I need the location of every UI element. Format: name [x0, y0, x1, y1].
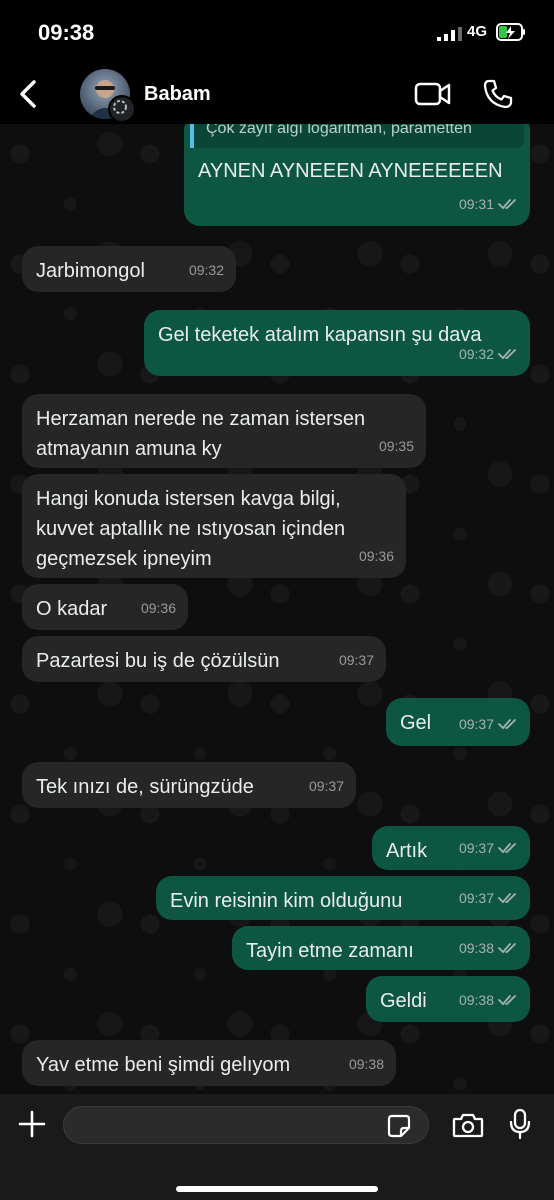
- quoted-reply[interactable]: Çok zayıf algı logaritman, parametten: [190, 124, 524, 148]
- read-ticks-icon: [498, 199, 516, 210]
- message-bubble-in[interactable]: O kadar 09:36: [22, 584, 188, 630]
- status-bar: 09:38 4G: [0, 0, 554, 64]
- contact-name[interactable]: Babam: [144, 83, 211, 106]
- message-time: 09:36: [140, 600, 176, 616]
- message-time: 09:37: [458, 840, 494, 856]
- message-bubble-in[interactable]: Hangi konuda istersen kavga bilgi, kuvve…: [22, 474, 406, 578]
- message-time: 09:32: [188, 262, 224, 278]
- read-ticks-icon: [498, 893, 516, 904]
- message-text: Evin reisinin kim olduğunu: [170, 890, 403, 912]
- message-bubble-out[interactable]: Çok zayıf algı logaritman, parametten AY…: [184, 124, 530, 226]
- video-call-icon[interactable]: [414, 80, 452, 108]
- message-meta: 09:36: [359, 541, 394, 571]
- message-meta: 09:37: [459, 883, 518, 913]
- chat-area[interactable]: Çok zayıf algı logaritman, parametten AY…: [0, 124, 554, 1094]
- message-meta: 09:38: [459, 933, 518, 963]
- message-time: 09:37: [458, 890, 494, 906]
- message-meta: 09:38: [349, 1049, 384, 1079]
- message-time: 09:32: [458, 346, 494, 362]
- back-chevron-icon[interactable]: [14, 78, 42, 110]
- status-time: 09:38: [38, 20, 95, 45]
- message-meta: 09:36: [141, 593, 176, 623]
- message-bubble-out[interactable]: Gel teketek atalım kapansın şu dava 09:3…: [144, 310, 530, 376]
- message-time: 09:35: [378, 438, 414, 454]
- home-indicator: [176, 1186, 378, 1192]
- quoted-text: Çok zayıf algı logaritman, parametten: [206, 124, 472, 137]
- message-text: Geldi: [380, 990, 427, 1012]
- message-time: 09:31: [458, 196, 494, 212]
- read-ticks-icon: [498, 995, 516, 1006]
- message-meta: 09:32: [189, 255, 224, 285]
- message-meta: 09:32: [459, 339, 518, 369]
- message-time: 09:37: [338, 652, 374, 668]
- message-time: 09:37: [308, 778, 344, 794]
- message-text: Tayin etme zamanı: [246, 940, 414, 962]
- message-text: Herzaman nerede ne zaman istersen atmaya…: [36, 408, 366, 460]
- message-meta: 09:37: [459, 833, 518, 863]
- microphone-icon[interactable]: [508, 1108, 532, 1140]
- message-text: Hangi konuda istersen kavga bilgi, kuvve…: [36, 488, 346, 570]
- message-meta: 09:37: [309, 771, 344, 801]
- plus-icon[interactable]: [18, 1110, 46, 1138]
- message-bubble-out[interactable]: Artık 09:37: [372, 826, 530, 870]
- message-text: Gel: [400, 712, 432, 734]
- message-time: 09:37: [458, 716, 494, 732]
- message-text: Yav etme beni şimdi gelıyom: [36, 1054, 291, 1076]
- message-text: O kadar: [36, 598, 108, 620]
- message-text: Gel teketek atalım kapansın şu dava: [158, 324, 482, 346]
- message-text: Pazartesi bu iş de çözülsün: [36, 650, 280, 672]
- message-bubble-out[interactable]: Evin reisinin kim olduğunu 09:37: [156, 876, 530, 920]
- message-meta: 09:38: [459, 985, 518, 1015]
- message-text: Jarbimongol: [36, 260, 145, 282]
- message-time: 09:36: [358, 548, 394, 564]
- message-bubble-out[interactable]: Geldi 09:38: [366, 976, 530, 1022]
- message-bubble-in[interactable]: Tek ınızı de, sürüngzüde 09:37: [22, 762, 356, 808]
- quote-accent-bar: [190, 124, 194, 148]
- read-ticks-icon: [498, 349, 516, 360]
- message-meta: 09:35: [379, 431, 414, 461]
- read-ticks-icon: [498, 719, 516, 730]
- read-ticks-icon: [498, 943, 516, 954]
- message-bubble-in[interactable]: Pazartesi bu iş de çözülsün 09:37: [22, 636, 386, 682]
- message-bubble-in[interactable]: Herzaman nerede ne zaman istersen atmaya…: [22, 394, 426, 468]
- message-input[interactable]: [63, 1106, 429, 1144]
- message-bubble-in[interactable]: Jarbimongol 09:32: [22, 246, 236, 292]
- message-text: AYNEN AYNEEEN AYNEEEEEEN: [198, 160, 503, 182]
- status-ring-icon: [108, 95, 136, 123]
- message-time: 09:38: [348, 1056, 384, 1072]
- battery-charging-icon: [496, 23, 525, 41]
- voice-call-icon[interactable]: [482, 78, 514, 110]
- message-bubble-in[interactable]: Yav etme beni şimdi gelıyom 09:38: [22, 1040, 396, 1086]
- message-text: Tek ınızı de, sürüngzüde: [36, 776, 254, 798]
- signal-icon: [437, 27, 462, 41]
- message-meta: 09:37: [459, 709, 518, 739]
- message-meta: 09:31: [459, 189, 518, 219]
- composer-bar: [0, 1094, 554, 1200]
- message-meta: 09:37: [339, 645, 374, 675]
- message-time: 09:38: [458, 940, 494, 956]
- message-time: 09:38: [458, 992, 494, 1008]
- message-text: Artık: [386, 840, 428, 862]
- message-bubble-out[interactable]: Tayin etme zamanı 09:38: [232, 926, 530, 970]
- network-type: 4G: [467, 23, 488, 40]
- sticker-icon[interactable]: [387, 1114, 411, 1138]
- camera-icon[interactable]: [452, 1112, 484, 1138]
- read-ticks-icon: [498, 843, 516, 854]
- message-bubble-out[interactable]: Gel 09:37: [386, 698, 530, 746]
- chat-header: Babam: [0, 64, 554, 124]
